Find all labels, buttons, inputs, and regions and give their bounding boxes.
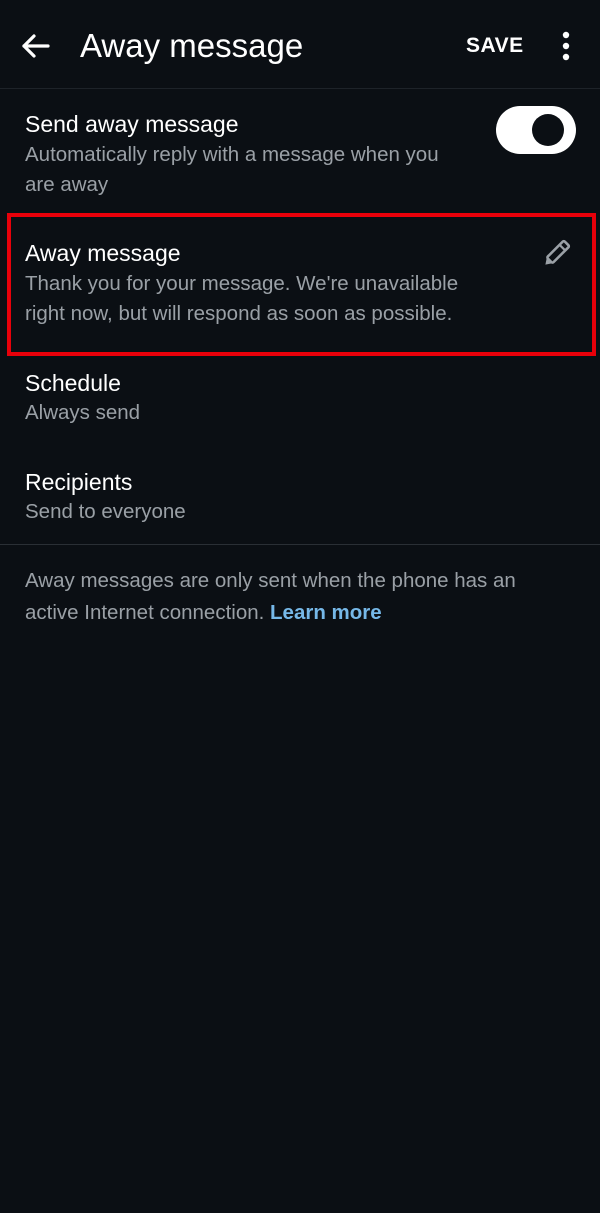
send-away-message-subtitle-line1: Automatically reply with a message when …	[25, 143, 439, 166]
footer-note: Away messages are only sent when the pho…	[25, 565, 575, 629]
schedule-value: Always send	[25, 401, 141, 424]
away-message-text-line2: right now, but will respond as soon as p…	[25, 302, 453, 325]
pencil-icon[interactable]	[538, 236, 574, 272]
send-away-message-title: Send away message	[25, 111, 239, 137]
schedule-title: Schedule	[25, 370, 121, 396]
recipients-title: Recipients	[25, 469, 133, 495]
recipients-value: Send to everyone	[25, 500, 186, 523]
app-bar: Away message SAVE	[0, 0, 600, 88]
save-button[interactable]: SAVE	[466, 33, 524, 59]
page-title: Away message	[80, 27, 304, 64]
appbar-divider	[0, 88, 600, 89]
section-divider	[0, 544, 600, 545]
away-message-title: Away message	[25, 240, 181, 266]
learn-more-link[interactable]: Learn more	[270, 601, 382, 624]
footer-note-line1: Away messages are only sent when the pho…	[25, 569, 516, 592]
back-arrow-icon[interactable]	[18, 28, 54, 64]
send-away-message-toggle[interactable]	[496, 106, 576, 154]
away-message-text-line1: Thank you for your message. We're unavai…	[25, 272, 459, 295]
send-away-message-subtitle-line2: are away	[25, 173, 109, 196]
footer-note-line2: active Internet connection.	[25, 601, 265, 624]
toggle-knob	[532, 114, 564, 146]
more-options-icon[interactable]	[552, 28, 580, 64]
